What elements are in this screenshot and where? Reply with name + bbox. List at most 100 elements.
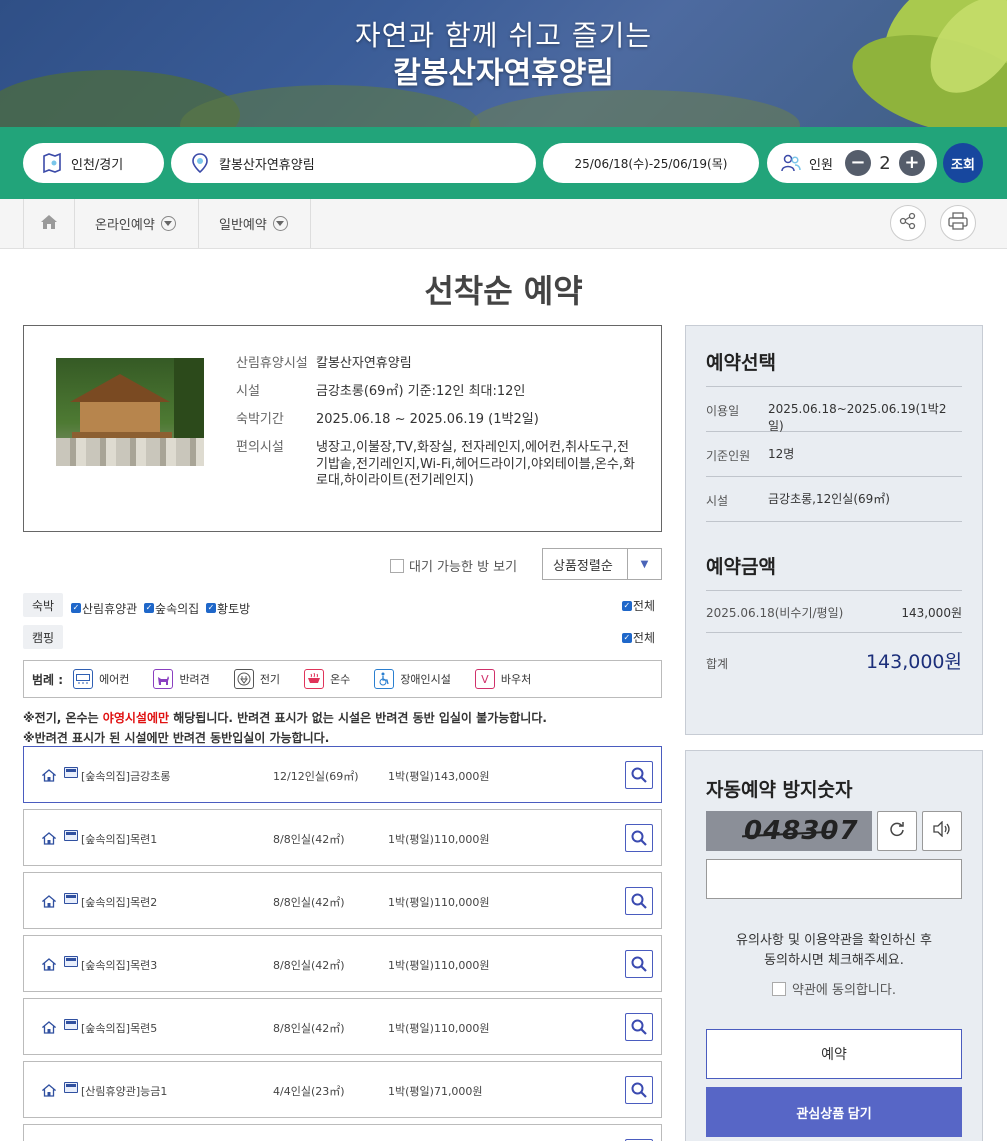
people-icon (781, 154, 801, 172)
room-detail-button[interactable] (625, 950, 653, 978)
terms-agree-checkbox[interactable]: 약관에 동의합니다. (686, 979, 982, 998)
info-row: 숙박기간 2025.06.18 ~ 2025.06.19 (1박2일) (236, 412, 636, 429)
house-icon (41, 895, 57, 911)
nav-label: 온라인예약 (95, 218, 155, 233)
room-row[interactable]: [산림휴양관]능금1 4/4인실(23㎡) 1박(평일)71,000원 (23, 1061, 662, 1118)
date-range-label: 25/06/18(수)-25/06/19(목) (574, 156, 728, 171)
notice-line-2: ※반려견 표시가 된 시설에만 반려견 동반입실이 가능합니다. (23, 731, 330, 745)
search-submit-button[interactable]: 조회 (943, 143, 983, 183)
room-price: 1박(평일)110,000원 (388, 833, 490, 846)
room-name: [산림휴양관]능금1 (81, 1085, 168, 1098)
room-detail-button[interactable] (625, 824, 653, 852)
air-conditioner-icon (64, 830, 78, 841)
info-row: 편의시설 냉장고,이불장,TV,화장실, 전자레인지,에어컨,취사도구,전기밥솥… (236, 440, 636, 491)
page-title: 선착순 예약 (424, 272, 583, 310)
location-pin-icon (189, 152, 211, 174)
info-value: 금강초롱(69㎡) 기준:12인 최대:12인 (316, 383, 526, 399)
room-capacity: 8/8인실(42㎡) (273, 896, 345, 909)
add-to-wishlist-button[interactable]: 관심상품 담기 (706, 1087, 962, 1137)
air-conditioner-icon (64, 1082, 78, 1093)
room-detail-button[interactable] (625, 1076, 653, 1104)
info-row: 시설 금강초롱(69㎡) 기준:12인 최대:12인 (236, 384, 636, 401)
info-value: 칼봉산자연휴양림 (316, 356, 412, 371)
waiting-room-toggle[interactable]: 대기 가능한 방 보기 (390, 556, 517, 575)
summary-value: 2025.06.18~2025.06.19(1박2일) (768, 402, 947, 433)
facility-info-list: 산림휴양시설 칼봉산자연휴양림 시설 금강초롱(69㎡) 기준:12인 최대:1… (236, 356, 636, 501)
captcha-refresh-button[interactable] (877, 811, 917, 851)
search-bar: 인천/경기 칼봉산자연휴양림 25/06/18(수)-25/06/19(목) 인… (0, 127, 1007, 199)
total-value: 143,000원 (865, 651, 962, 673)
nav-general-reservation[interactable]: 일반예약 (199, 199, 311, 248)
notice-text: 해당됩니다. 반려견 표시가 없는 시설은 반려견 동반 입실이 불가능합니다. (169, 711, 547, 725)
room-row[interactable]: [숲속의집]목련1 8/8인실(42㎡) 1박(평일)110,000원 (23, 809, 662, 866)
check-icon: ✓ (621, 600, 632, 611)
room-row[interactable]: [숲속의집]목련5 8/8인실(42㎡) 1박(평일)110,000원 (23, 998, 662, 1055)
nav-online-reservation[interactable]: 온라인예약 (75, 199, 199, 248)
room-detail-button[interactable] (625, 1013, 653, 1041)
magnifier-icon (631, 956, 647, 972)
people-plus-button[interactable]: + (898, 150, 925, 176)
sort-select[interactable]: 상품정렬순 ▼ (542, 548, 662, 580)
info-key: 산림휴양시설 (236, 356, 308, 371)
date-range-select[interactable]: 25/06/18(수)-25/06/19(목) (543, 143, 759, 183)
house-icon (41, 769, 57, 785)
stay-options: ✓ 산림휴양관 ✓ 숲속의집 ✓ 황토방 (71, 599, 253, 617)
agree-checkbox-box[interactable] (772, 981, 787, 996)
captcha-input[interactable] (706, 859, 962, 899)
print-icon (948, 212, 968, 234)
total-label: 합계 (706, 657, 729, 671)
print-button[interactable] (940, 205, 976, 241)
stay-category-row: 숙박 ✓ 산림휴양관 ✓ 숲속의집 ✓ 황토방 ✓ 전체 (23, 593, 662, 617)
room-detail-button[interactable] (625, 887, 653, 915)
room-row[interactable] (23, 1124, 662, 1141)
room-detail-button[interactable] (625, 761, 653, 789)
reserve-button[interactable]: 예약 (706, 1029, 962, 1079)
legend-item: 온수 (304, 669, 350, 689)
room-row[interactable]: [숲속의집]금강초롱 12/12인실(69㎡) 1박(평일)143,000원 (23, 746, 662, 803)
captcha-audio-button[interactable] (922, 811, 962, 851)
magnifier-icon (631, 830, 647, 846)
air-conditioner-icon (64, 956, 78, 967)
room-row[interactable]: [숲속의집]목련2 8/8인실(42㎡) 1박(평일)110,000원 (23, 872, 662, 929)
checkbox-clay-room[interactable]: ✓ 황토방 (206, 600, 250, 617)
magnifier-icon (631, 1019, 647, 1035)
checkbox-label: 전체 (632, 631, 655, 645)
checkbox-forest-lodge[interactable]: ✓ 산림휴양관 (71, 600, 137, 617)
checkbox-forest-house[interactable]: ✓ 숲속의집 (144, 600, 199, 617)
captcha-image: 048307 (706, 811, 872, 851)
room-capacity: 8/8인실(42㎡) (273, 833, 345, 846)
checkbox-camping-all[interactable]: ✓ 전체 (621, 629, 655, 646)
amount-value: 143,000원 (901, 606, 962, 620)
share-button[interactable] (890, 205, 926, 241)
legend-label: 장애인시설 (400, 673, 451, 686)
photo-roof (70, 374, 170, 402)
people-minus-button[interactable]: − (844, 150, 871, 176)
room-price: 1박(평일)110,000원 (388, 1022, 490, 1035)
region-select[interactable]: 인천/경기 (23, 143, 164, 183)
house-icon (41, 1021, 57, 1037)
agree-instructions: 유의사항 및 이용약관을 확인하신 후 동의하시면 체크해주세요. (686, 931, 982, 971)
notice-line-1: ※전기, 온수는 야영시설에만 해당됩니다. 반려견 표시가 없는 시설은 반려… (23, 708, 547, 728)
speaker-icon (932, 820, 952, 841)
notice-highlight: 야영시설에만 (102, 711, 170, 725)
notice-text: ※전기, 온수는 (23, 711, 103, 725)
summary-key: 이용일 (706, 404, 740, 418)
room-name: [숲속의집]목련5 (81, 1022, 158, 1035)
room-price: 1박(평일)110,000원 (388, 896, 490, 909)
legend: 범례 : 에어컨 반려견 전기 온수 장애인시설 V 바우처 (23, 660, 662, 698)
air-conditioner-icon (73, 669, 94, 689)
banner-title: 칼봉산자연휴양림 (393, 56, 614, 91)
home-button[interactable] (23, 199, 75, 248)
waiting-checkbox[interactable] (390, 558, 404, 573)
legend-item: V 바우처 (474, 669, 531, 689)
sub-navigation: 온라인예약 일반예약 (0, 199, 1007, 249)
room-row[interactable]: [숲속의집]목련3 8/8인실(42㎡) 1박(평일)110,000원 (23, 935, 662, 992)
forest-select[interactable]: 칼봉산자연휴양림 (171, 143, 536, 183)
check-icon: ✓ (206, 603, 217, 613)
stay-tag: 숙박 (23, 593, 63, 617)
cabin-photo (56, 358, 204, 466)
camping-tag: 캠핑 (23, 625, 63, 649)
checkbox-stay-all[interactable]: ✓ 전체 (621, 597, 655, 614)
notice: ※전기, 온수는 야영시설에만 해당됩니다. 반려견 표시가 없는 시설은 반려… (23, 708, 547, 748)
checkbox-label: 황토방 (217, 601, 251, 616)
